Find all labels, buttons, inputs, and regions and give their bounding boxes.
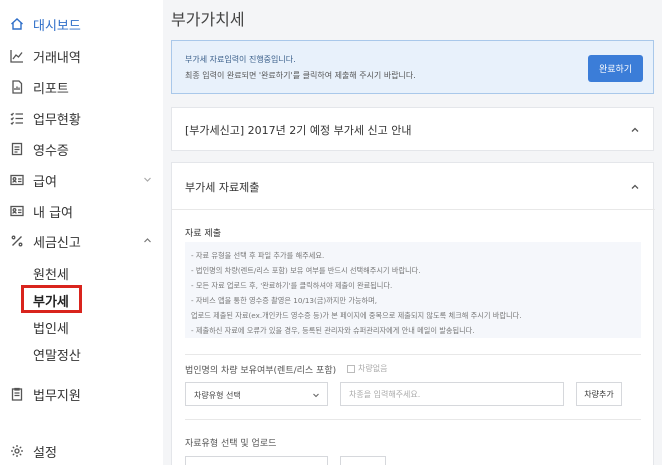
- announcement-card[interactable]: [부가세신고] 2017년 2기 예정 부가세 신고 안내: [171, 107, 654, 151]
- sidebar-item-label: 업무현황: [33, 112, 81, 128]
- notice-instruction: 최종 입력이 완료되면 '완료하기'를 클릭하여 제출해 주시기 바랍니다.: [185, 71, 416, 80]
- id-card-icon: [10, 173, 24, 187]
- percent-icon: [10, 234, 24, 248]
- selection-highlight: [21, 285, 82, 313]
- sidebar-item-label: 급여: [33, 174, 57, 190]
- clipboard-icon: [10, 387, 24, 401]
- sidebar-subitem-withholding-tax[interactable]: 원천세: [33, 264, 69, 283]
- sidebar-item-receipt[interactable]: 영수증: [0, 135, 163, 163]
- sidebar-item-label: 영수증: [33, 143, 69, 159]
- receipt-icon: [10, 142, 24, 156]
- upload-button[interactable]: [340, 456, 386, 465]
- report-icon: [10, 80, 24, 94]
- sidebar-item-my-salary[interactable]: 내 급여: [0, 197, 163, 225]
- chevron-down-icon: [312, 391, 320, 399]
- page-title: 부가가치세: [171, 10, 245, 29]
- sidebar-subitem-corporate-tax[interactable]: 법인세: [33, 318, 69, 337]
- chevron-up-icon[interactable]: [630, 182, 640, 192]
- section-label: 자료 제출: [185, 229, 221, 239]
- sidebar-item-tax-filing[interactable]: 세금신고: [0, 227, 163, 255]
- sidebar-item-label: 거래내역: [33, 50, 81, 66]
- sidebar-item-label: 리포트: [33, 81, 69, 97]
- home-icon: [10, 17, 24, 31]
- chevron-up-icon[interactable]: [630, 125, 640, 135]
- sidebar-item-label: 법무지원: [33, 388, 81, 404]
- checkbox-box[interactable]: [347, 364, 355, 373]
- submission-title: 부가세 자료제출: [185, 181, 260, 194]
- sidebar-item-label: 내 급여: [33, 205, 74, 221]
- sidebar-item-label: 세금신고: [33, 235, 81, 251]
- add-vehicle-button[interactable]: 차량추가: [576, 382, 622, 406]
- task-list-icon: [10, 111, 24, 125]
- sidebar-item-label: 설정: [33, 445, 57, 461]
- sidebar-item-transactions[interactable]: 거래내역: [0, 42, 163, 70]
- sidebar-item-label: 대시보드: [33, 18, 81, 34]
- sidebar: 대시보드 거래내역 리포트 업무현황 영수증 급여 내 급여 세금신고 원천세 …: [0, 0, 163, 465]
- gear-icon: [10, 444, 24, 458]
- sidebar-subitem-year-end-settlement[interactable]: 연말정산: [33, 345, 81, 364]
- instruction-line: 업로드 제출된 자료(ex.개인카드 영수증 등)가 본 페이지에 중복으로 제…: [191, 311, 522, 320]
- divider: [185, 354, 641, 355]
- announcement-title: [부가세신고] 2017년 2기 예정 부가세 신고 안내: [185, 124, 412, 137]
- notice-message: 부가세 자료입력이 진행중입니다.: [185, 55, 296, 64]
- sidebar-item-dashboard[interactable]: 대시보드: [0, 10, 163, 38]
- complete-button[interactable]: 완료하기: [588, 55, 643, 82]
- chevron-down-icon: [142, 174, 153, 185]
- instruction-line: - 법인명의 차량(렌트/리스 포함) 보유 여부를 반드시 선택해주시기 바랍…: [191, 266, 421, 275]
- divider: [172, 209, 655, 210]
- upload-label: 자료유형 선택 및 업로드: [185, 439, 277, 449]
- no-vehicle-checkbox[interactable]: 차량없음: [347, 363, 387, 374]
- no-vehicle-label: 차량없음: [358, 364, 388, 373]
- main-content: 부가가치세 부가세 자료입력이 진행중입니다. 최종 입력이 완료되면 '완료하…: [163, 0, 662, 465]
- document-type-select[interactable]: [185, 456, 328, 465]
- submission-card: 부가세 자료제출 자료 제출 - 자료 유형을 선택 후 파일 추가를 해주세요…: [171, 162, 655, 465]
- trend-chart-icon: [10, 49, 24, 63]
- instruction-line: - 제출하신 자료에 오류가 있을 경우, 등록된 관리자와 슈퍼관리자에게 안…: [191, 326, 475, 335]
- sidebar-item-work-status[interactable]: 업무현황: [0, 104, 163, 132]
- sidebar-item-report[interactable]: 리포트: [0, 73, 163, 101]
- sidebar-item-settings[interactable]: 설정: [0, 437, 163, 465]
- instruction-line: - 자료 유형을 선택 후 파일 추가를 해주세요.: [191, 251, 325, 260]
- instruction-line: - 자비스 앱을 통한 영수증 촬영은 10/13(금)까지만 가능하며,: [191, 296, 378, 305]
- vehicle-model-input[interactable]: [340, 382, 564, 406]
- vehicle-type-select[interactable]: 차량유형 선택: [185, 382, 328, 406]
- divider: [185, 419, 641, 420]
- sidebar-item-legal-support[interactable]: 법무지원: [0, 380, 163, 408]
- select-value: 차량유형 선택: [194, 391, 241, 400]
- id-card-icon: [10, 204, 24, 218]
- chevron-up-icon: [142, 235, 153, 246]
- sidebar-item-payroll[interactable]: 급여: [0, 166, 163, 194]
- instruction-line: - 모든 자료 업로드 후, '완료하기'를 클릭하셔야 제출이 완료됩니다.: [191, 281, 393, 290]
- notice-banner: 부가세 자료입력이 진행중입니다. 최종 입력이 완료되면 '완료하기'를 클릭…: [171, 40, 654, 94]
- vehicle-ownership-label: 법인명의 차량 보유여부(렌트/리스 포함): [185, 366, 337, 376]
- instruction-box: - 자료 유형을 선택 후 파일 추가를 해주세요. - 법인명의 차량(렌트/…: [185, 242, 641, 338]
